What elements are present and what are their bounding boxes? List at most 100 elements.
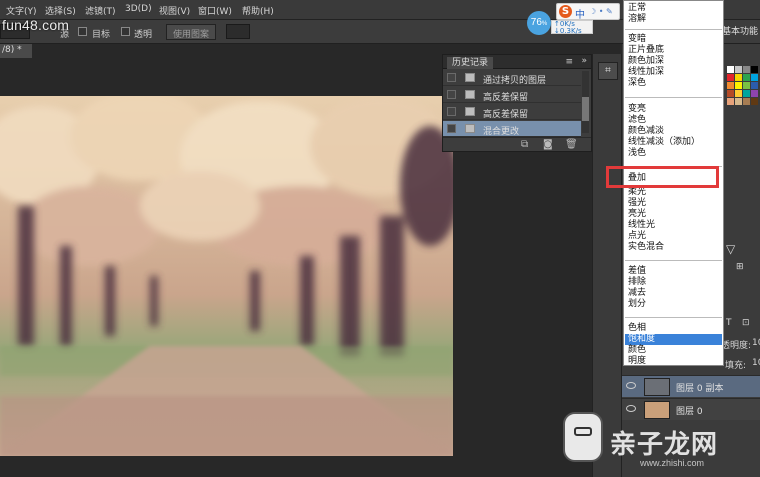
swatch[interactable] [727, 98, 734, 105]
download-speed: ↓0.3K/s [554, 27, 582, 35]
blend-screen[interactable]: 滤色 [628, 115, 646, 126]
workspace-switcher[interactable]: 基本功能 [722, 24, 758, 37]
memory-percent: 76 [530, 17, 542, 28]
text-layer-icon[interactable]: T [726, 318, 732, 328]
blend-divide[interactable]: 划分 [628, 299, 646, 310]
history-item-active[interactable]: 混合更改 [443, 121, 581, 137]
swatch[interactable] [751, 82, 758, 89]
swatch[interactable] [735, 82, 742, 89]
swatch[interactable] [743, 74, 750, 81]
layer-thumbnail [644, 401, 670, 419]
percent-unit: % [541, 21, 548, 27]
blend-luminosity[interactable]: 明度 [628, 356, 646, 367]
swatch[interactable] [735, 74, 742, 81]
pattern-picker[interactable] [226, 24, 250, 39]
swatch[interactable] [735, 98, 742, 105]
swatch[interactable] [751, 98, 758, 105]
adjust-triangle-icon[interactable]: ▽ [726, 242, 735, 256]
transparent-checkbox[interactable] [121, 27, 130, 36]
swatch[interactable] [743, 98, 750, 105]
blend-linear-light[interactable]: 线性光 [628, 220, 655, 231]
collapse-icon[interactable]: » [581, 56, 587, 66]
blend-pin-light[interactable]: 点光 [628, 231, 646, 242]
blend-color[interactable]: 颜色 [628, 345, 646, 356]
swatch[interactable] [743, 90, 750, 97]
menu-select[interactable]: 选择(S) [45, 4, 76, 17]
snapshot-source-checkbox[interactable] [447, 107, 456, 116]
history-item[interactable]: 高反差保留 [443, 87, 581, 103]
blend-hue[interactable]: 色相 [628, 323, 646, 334]
history-scrollbar[interactable] [582, 71, 589, 133]
swatch[interactable] [735, 90, 742, 97]
history-item[interactable]: 高反差保留 [443, 104, 581, 120]
swatch[interactable] [743, 66, 750, 73]
swatch[interactable] [735, 66, 742, 73]
menu-window[interactable]: 窗口(W) [198, 4, 232, 17]
blend-color-burn[interactable]: 颜色加深 [628, 56, 664, 67]
menu-help[interactable]: 帮助(H) [242, 4, 274, 17]
blend-saturation[interactable]: 饱和度 [625, 334, 722, 345]
blend-multiply[interactable]: 正片叠底 [628, 45, 664, 56]
sogou-logo-icon[interactable]: S [559, 5, 572, 18]
blend-vivid-light[interactable]: 亮光 [628, 209, 646, 220]
opacity-value[interactable]: 10 [752, 338, 760, 348]
swatch[interactable] [751, 66, 758, 73]
swatch[interactable] [751, 74, 758, 81]
menu-type[interactable]: 文字(Y) [6, 4, 37, 17]
swatch[interactable] [727, 74, 734, 81]
blend-lighten[interactable]: 变亮 [628, 104, 646, 115]
layer-row[interactable]: 图层 0 副本 [622, 375, 760, 397]
grid-icon[interactable]: ⊞ [736, 262, 744, 272]
blend-lighter-color[interactable]: 浅色 [628, 148, 646, 159]
cherry-blossom-photo [0, 96, 453, 456]
blend-hard-mix[interactable]: 实色混合 [628, 242, 664, 253]
blend-linear-burn[interactable]: 线性加深 [628, 67, 664, 78]
new-document-icon[interactable]: ⧉ [521, 139, 528, 150]
snapshot-source-checkbox[interactable] [447, 90, 456, 99]
ime-tools-icons[interactable]: ☽ • ✎ [589, 7, 613, 16]
blend-exclusion[interactable]: 排除 [628, 277, 646, 288]
history-tab[interactable]: 历史记录 [447, 57, 494, 69]
blend-difference[interactable]: 差值 [628, 266, 646, 277]
blend-dissolve[interactable]: 溶解 [628, 14, 646, 25]
swatch[interactable] [751, 90, 758, 97]
swatch[interactable] [727, 82, 734, 89]
ime-language-toggle[interactable]: 中 [575, 6, 585, 21]
fill-value[interactable]: 10 [752, 358, 760, 368]
blend-color-dodge[interactable]: 颜色减淡 [628, 126, 664, 137]
use-pattern-button[interactable]: 使用图案 [166, 24, 217, 40]
panel-menu-icon[interactable]: ≡ [565, 57, 573, 67]
snapshot-source-checkbox[interactable] [447, 124, 456, 133]
document-icon [465, 90, 475, 99]
blend-darken[interactable]: 变暗 [628, 34, 646, 45]
menu-filter[interactable]: 滤镜(T) [85, 4, 116, 17]
history-panel-icon[interactable]: ⌗ [598, 62, 618, 80]
history-panel-header: 历史记录 » ≡ [443, 55, 591, 69]
swatch[interactable] [727, 90, 734, 97]
target-checkbox[interactable] [78, 27, 87, 36]
eye-icon[interactable] [626, 405, 636, 412]
blend-subtract[interactable]: 减去 [628, 288, 646, 299]
snapshot-source-checkbox[interactable] [447, 73, 456, 82]
layer-row[interactable]: 图层 0 [622, 398, 760, 420]
canvas-image[interactable] [0, 96, 453, 456]
blend-linear-dodge[interactable]: 线性减淡（添加） [628, 137, 700, 148]
input-method-bar[interactable]: S 中 ☽ • ✎ [556, 3, 620, 21]
swatches-panel [727, 66, 760, 122]
blend-soft-light[interactable]: 柔光 [628, 187, 646, 198]
scrollbar-thumb[interactable] [582, 97, 589, 121]
swatch[interactable] [727, 66, 734, 73]
menu-3d[interactable]: 3D(D) [125, 4, 152, 14]
link-icon[interactable]: ⊡ [742, 318, 750, 328]
blend-normal[interactable]: 正常 [628, 3, 646, 14]
trash-icon[interactable]: 🗑 [565, 139, 578, 150]
system-monitor-badge[interactable]: 76% [527, 11, 551, 35]
eye-icon[interactable] [626, 382, 636, 389]
menu-view[interactable]: 视图(V) [159, 4, 190, 17]
camera-icon[interactable]: ◙ [543, 139, 553, 150]
blend-hard-light[interactable]: 强光 [628, 198, 646, 209]
blend-darker-color[interactable]: 深色 [628, 78, 646, 89]
swatch[interactable] [743, 82, 750, 89]
document-tab[interactable]: /8) * [0, 44, 32, 58]
history-item[interactable]: 通过拷贝的图层 [443, 70, 581, 86]
